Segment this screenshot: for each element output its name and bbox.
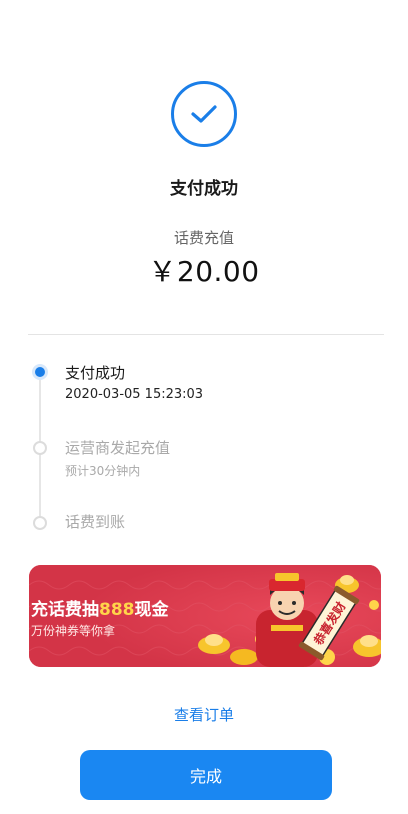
timeline-step-note: 预计30分钟内 — [65, 464, 141, 478]
divider — [28, 334, 384, 335]
timeline-step-title: 话费到账 — [65, 513, 126, 531]
timeline-dot-paid — [32, 364, 48, 380]
timeline-dot-recharge — [33, 441, 47, 455]
order-type-label: 话费充值 — [173, 229, 234, 247]
view-order-link[interactable]: 查看订单 — [0, 704, 408, 725]
banner-highlight: 888 — [99, 600, 135, 620]
banner-subtitle: 万份神券等你拿 — [31, 624, 116, 638]
status-title: 支付成功 — [170, 179, 238, 199]
timeline-step-title: 支付成功 — [65, 364, 126, 382]
timeline-dot-credited — [33, 516, 47, 530]
checkmark-icon — [191, 105, 217, 123]
payment-amount: ￥20.00 — [148, 255, 260, 288]
success-check-icon — [171, 81, 237, 147]
timeline-step-time: 2020-03-05 15:23:03 — [65, 387, 204, 402]
timeline-step-title: 运营商发起充值 — [65, 439, 171, 457]
done-button[interactable]: 完成 — [80, 750, 332, 800]
banner-title: 充话费抽888现金 — [31, 600, 169, 620]
